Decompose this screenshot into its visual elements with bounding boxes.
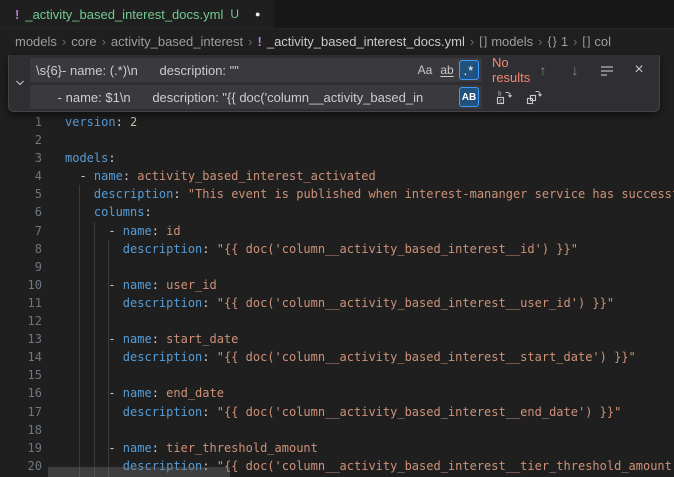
code-line: - name: user_id [65,276,674,294]
find-input-wrap: Aa ab .* [30,58,482,82]
yaml-file-icon: ! [258,34,262,49]
line-number: 13 [0,330,42,348]
code-line: description: "{{ doc('column__activity_b… [65,348,674,366]
line-number: 11 [0,294,42,312]
breadcrumb-label: models [491,34,533,49]
regex-toggle[interactable]: .* [459,60,479,80]
line-number: 1 [0,113,42,131]
code-line: models: [65,149,674,167]
close-find-widget-button[interactable]: × [629,60,649,80]
line-number: 15 [0,366,42,384]
replace-input-wrap: AB [30,85,482,109]
indent-guide [108,240,109,477]
breadcrumb-separator-icon: › [62,34,66,49]
symbol-array-icon: [ ] [582,34,589,48]
breadcrumb-separator-icon: › [470,34,474,49]
line-number: 18 [0,421,42,439]
tab-activity-based-interest-docs[interactable]: ! _activity_based_interest_docs.yml U ● [0,0,274,28]
line-number: 9 [0,258,42,276]
find-status: No results [492,55,533,85]
line-number: 14 [0,348,42,366]
breadcrumb-item-activity-based-interest[interactable]: activity_based_interest [111,34,243,49]
svg-text:c: c [499,98,503,105]
code-line: - name: tier_threshold_amount [65,439,674,457]
whole-word-toggle[interactable]: ab [437,60,457,80]
line-number: 17 [0,403,42,421]
breadcrumb-label: core [71,34,96,49]
yaml-file-icon: ! [15,7,19,22]
code-line: version: 2 [65,113,674,131]
match-case-toggle[interactable]: Aa [415,60,435,80]
code-line: description: "{{ doc('column__activity_b… [65,240,674,258]
line-number: 2 [0,131,42,149]
line-number: 7 [0,222,42,240]
breadcrumb-item--activity-based-interest-docs-yml[interactable]: ! _activity_based_interest_docs.yml [258,34,465,49]
replace-all-button[interactable] [524,87,544,107]
preserve-case-toggle[interactable]: AB [459,87,479,107]
line-number: 12 [0,312,42,330]
code-line [65,312,674,330]
git-untracked-badge: U [230,7,239,21]
symbol-object-icon: { } [547,34,555,48]
line-number: 8 [0,240,42,258]
vscode-window: ! _activity_based_interest_docs.yml U ● … [0,0,674,477]
code-line: - name: end_date [65,384,674,402]
breadcrumb-label: models [15,34,57,49]
breadcrumb-separator-icon: › [248,34,252,49]
line-number: 19 [0,439,42,457]
indent-guide [79,185,80,477]
find-in-selection-button[interactable] [597,60,617,80]
toggle-replace-chevron-icon[interactable] [9,55,30,111]
find-replace-widget: Aa ab .* No results ↑ ↓ [8,55,660,112]
breadcrumb-label: activity_based_interest [111,34,243,49]
breadcrumb-item-models[interactable]: models [15,34,57,49]
code-line [65,421,674,439]
code-line: description: "This event is published wh… [65,185,674,203]
code-line: - name: id [65,222,674,240]
previous-match-button[interactable]: ↑ [533,60,553,80]
breadcrumb: models › core › activity_based_interest ›! _ac… [0,29,674,53]
breadcrumb-separator-icon: › [102,34,106,49]
tab-bar: ! _activity_based_interest_docs.yml U ● [0,0,674,29]
code-line: columns: [65,203,674,221]
horizontal-scrollbar[interactable] [48,467,230,477]
code-line [65,131,674,149]
breadcrumb-item-col[interactable]: [ ] col [582,34,611,49]
indent-guide [94,222,95,477]
line-number: 10 [0,276,42,294]
code-line [65,366,674,384]
breadcrumb-item-models[interactable]: [ ] models [479,34,533,49]
breadcrumb-label: 1 [561,34,568,49]
code-line: - name: activity_based_interest_activate… [65,167,674,185]
line-number: 6 [0,203,42,221]
symbol-array-icon: [ ] [479,34,486,48]
replace-button[interactable]: b c [494,87,514,107]
next-match-button[interactable]: ↓ [565,60,585,80]
tab-title: _activity_based_interest_docs.yml [25,7,223,22]
code-editor[interactable]: version: 2 models: - name: activity_base… [65,113,674,477]
line-number: 4 [0,167,42,185]
breadcrumb-separator-icon: › [538,34,542,49]
line-number-gutter: 1234567891011121314151617181920 [0,113,42,475]
breadcrumb-item-core[interactable]: core [71,34,96,49]
line-number: 3 [0,149,42,167]
breadcrumb-label: _activity_based_interest_docs.yml [267,34,465,49]
line-number: 16 [0,384,42,402]
line-number: 20 [0,457,42,475]
breadcrumb-label: col [594,34,611,49]
modified-dot-icon[interactable]: ● [255,9,260,19]
code-line: description: "{{ doc('column__activity_b… [65,403,674,421]
code-line: - name: start_date [65,330,674,348]
code-line: description: "{{ doc('column__activity_b… [65,294,674,312]
line-number: 5 [0,185,42,203]
breadcrumb-separator-icon: › [573,34,577,49]
breadcrumb-item-1[interactable]: { } 1 [547,34,568,49]
code-line [65,258,674,276]
svg-text:b: b [498,91,502,98]
replace-input[interactable] [30,85,482,109]
